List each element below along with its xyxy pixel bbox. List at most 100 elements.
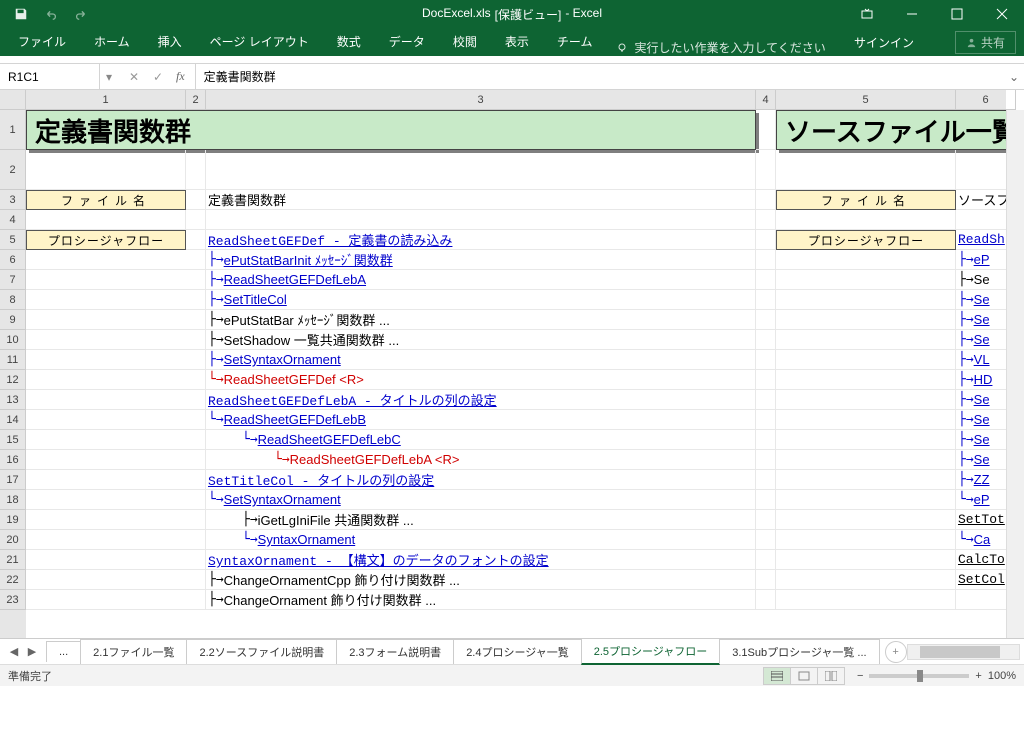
col-header[interactable]: 2 xyxy=(186,90,206,110)
row-header[interactable]: 13 xyxy=(0,390,26,410)
col-header[interactable]: 5 xyxy=(776,90,956,110)
cell[interactable] xyxy=(756,570,776,590)
cell[interactable] xyxy=(206,150,756,190)
cell[interactable] xyxy=(756,550,776,570)
tab-file[interactable]: ファイル xyxy=(4,27,80,56)
cell[interactable] xyxy=(26,210,186,230)
cell[interactable] xyxy=(956,590,1006,610)
row-header[interactable]: 7 xyxy=(0,270,26,290)
cell[interactable] xyxy=(776,570,956,590)
proc-item[interactable]: ├→ SetSyntaxOrnament xyxy=(206,350,756,370)
tab-home[interactable]: ホーム xyxy=(80,27,144,56)
proc-link[interactable]: SetCol xyxy=(956,570,1006,590)
proc-item[interactable]: └→ ReadSheetGEFDef <R> xyxy=(206,370,756,390)
cell[interactable] xyxy=(26,490,206,510)
proc-item[interactable]: ├→ eP xyxy=(956,250,1006,270)
proc-link[interactable]: CalcTo xyxy=(956,550,1006,570)
cell[interactable] xyxy=(756,330,776,350)
row-header[interactable]: 3 xyxy=(0,190,26,210)
cell[interactable] xyxy=(756,490,776,510)
proc-item[interactable]: └→ SyntaxOrnament xyxy=(206,530,756,550)
cell[interactable] xyxy=(756,530,776,550)
cell[interactable] xyxy=(776,590,956,610)
label-filename[interactable]: ファイル名 xyxy=(26,190,186,210)
cell[interactable]: ソースファイ xyxy=(956,190,1006,210)
add-sheet-button[interactable]: + xyxy=(885,641,907,663)
undo-icon[interactable] xyxy=(38,2,64,26)
cell[interactable] xyxy=(26,390,206,410)
proc-item[interactable]: ├→ ReadSheetGEFDefLebA xyxy=(206,270,756,290)
proc-item[interactable]: ├→ VL xyxy=(956,350,1006,370)
label-procflow-right[interactable]: プロシージャフロー xyxy=(776,230,956,250)
cell[interactable] xyxy=(776,310,956,330)
sheet-tab-ellipsis[interactable]: ... xyxy=(46,641,81,662)
sheet-tab[interactable]: 2.2ソースファイル説明書 xyxy=(186,639,337,664)
sign-in-link[interactable]: サインイン xyxy=(854,34,914,51)
cell[interactable] xyxy=(26,470,206,490)
sheet-tab[interactable]: 2.4プロシージャ一覧 xyxy=(453,639,582,664)
sheet-tab[interactable]: 2.1ファイル一覧 xyxy=(80,639,187,664)
redo-icon[interactable] xyxy=(68,2,94,26)
cell[interactable] xyxy=(186,190,206,210)
cell[interactable] xyxy=(756,370,776,390)
cell[interactable] xyxy=(756,410,776,430)
row-header[interactable]: 9 xyxy=(0,310,26,330)
tab-review[interactable]: 校閲 xyxy=(439,27,491,56)
row-header[interactable]: 20 xyxy=(0,530,26,550)
vertical-scrollbar[interactable] xyxy=(1006,110,1024,638)
tab-nav-prev-icon[interactable]: ◀ xyxy=(6,645,22,658)
cell[interactable] xyxy=(776,510,956,530)
cell[interactable] xyxy=(26,290,206,310)
row-header[interactable]: 15 xyxy=(0,430,26,450)
cell[interactable] xyxy=(776,530,956,550)
cell[interactable] xyxy=(26,510,206,530)
row-header[interactable]: 5 xyxy=(0,230,26,250)
cell[interactable] xyxy=(756,390,776,410)
proc-item[interactable]: ├→ Se xyxy=(956,310,1006,330)
row-header[interactable]: 1 xyxy=(0,110,26,150)
zoom-level[interactable]: 100% xyxy=(988,670,1016,682)
fx-icon[interactable]: fx xyxy=(170,69,191,84)
cell[interactable] xyxy=(776,350,956,370)
minimize-button[interactable] xyxy=(889,0,934,28)
cell[interactable] xyxy=(186,210,206,230)
cancel-formula-icon[interactable]: ✕ xyxy=(122,64,146,89)
zoom-out-button[interactable]: − xyxy=(857,670,863,682)
cell[interactable] xyxy=(756,430,776,450)
cell[interactable] xyxy=(756,270,776,290)
proc-item[interactable]: ├→ Se xyxy=(956,410,1006,430)
proc-item[interactable]: ├→ Se xyxy=(956,450,1006,470)
col-header[interactable]: 4 xyxy=(756,90,776,110)
tab-insert[interactable]: 挿入 xyxy=(144,27,196,56)
tab-formulas[interactable]: 数式 xyxy=(323,27,375,56)
proc-link[interactable]: ReadSh xyxy=(956,230,1006,250)
cell[interactable] xyxy=(756,110,776,150)
cell[interactable] xyxy=(26,590,206,610)
row-header[interactable]: 16 xyxy=(0,450,26,470)
cell[interactable]: 定義書関数群 xyxy=(206,190,756,210)
proc-item[interactable]: ├→ ePutStatBar ﾒｯｾｰｼﾞ関数群 ... xyxy=(206,310,756,330)
proc-item[interactable]: └→ Ca xyxy=(956,530,1006,550)
proc-item[interactable]: ├→ Se xyxy=(956,390,1006,410)
name-box[interactable]: R1C1 xyxy=(0,64,100,89)
name-box-dropdown-icon[interactable]: ▾ xyxy=(100,70,118,84)
label-filename-right[interactable]: ファイル名 xyxy=(776,190,956,210)
cell[interactable] xyxy=(26,570,206,590)
cell[interactable] xyxy=(776,490,956,510)
row-header[interactable]: 22 xyxy=(0,570,26,590)
tab-page-layout[interactable]: ページ レイアウト xyxy=(196,27,323,56)
proc-item[interactable]: └→ eP xyxy=(956,490,1006,510)
tell-me-search[interactable]: 実行したい作業を入力してください xyxy=(616,39,825,56)
sheet-tab[interactable]: 3.1Subプロシージャ一覧 ... xyxy=(719,639,879,664)
cell[interactable] xyxy=(206,210,756,230)
proc-link[interactable]: SetTitleCol - タイトルの列の設定 xyxy=(206,470,756,490)
cell[interactable] xyxy=(956,210,1006,230)
proc-link[interactable]: ReadSheetGEFDef - 定義書の読み込み xyxy=(206,230,756,250)
cell[interactable] xyxy=(756,310,776,330)
cell[interactable] xyxy=(186,230,206,250)
horizontal-scrollbar[interactable] xyxy=(907,644,1020,660)
cells-area[interactable]: 定義書関数群 ソースファイル一覧関数 ファイル名 定義書関数群 ファイル名 ソー… xyxy=(26,110,1006,638)
tab-view[interactable]: 表示 xyxy=(491,27,543,56)
cell[interactable] xyxy=(756,450,776,470)
cell[interactable] xyxy=(776,410,956,430)
